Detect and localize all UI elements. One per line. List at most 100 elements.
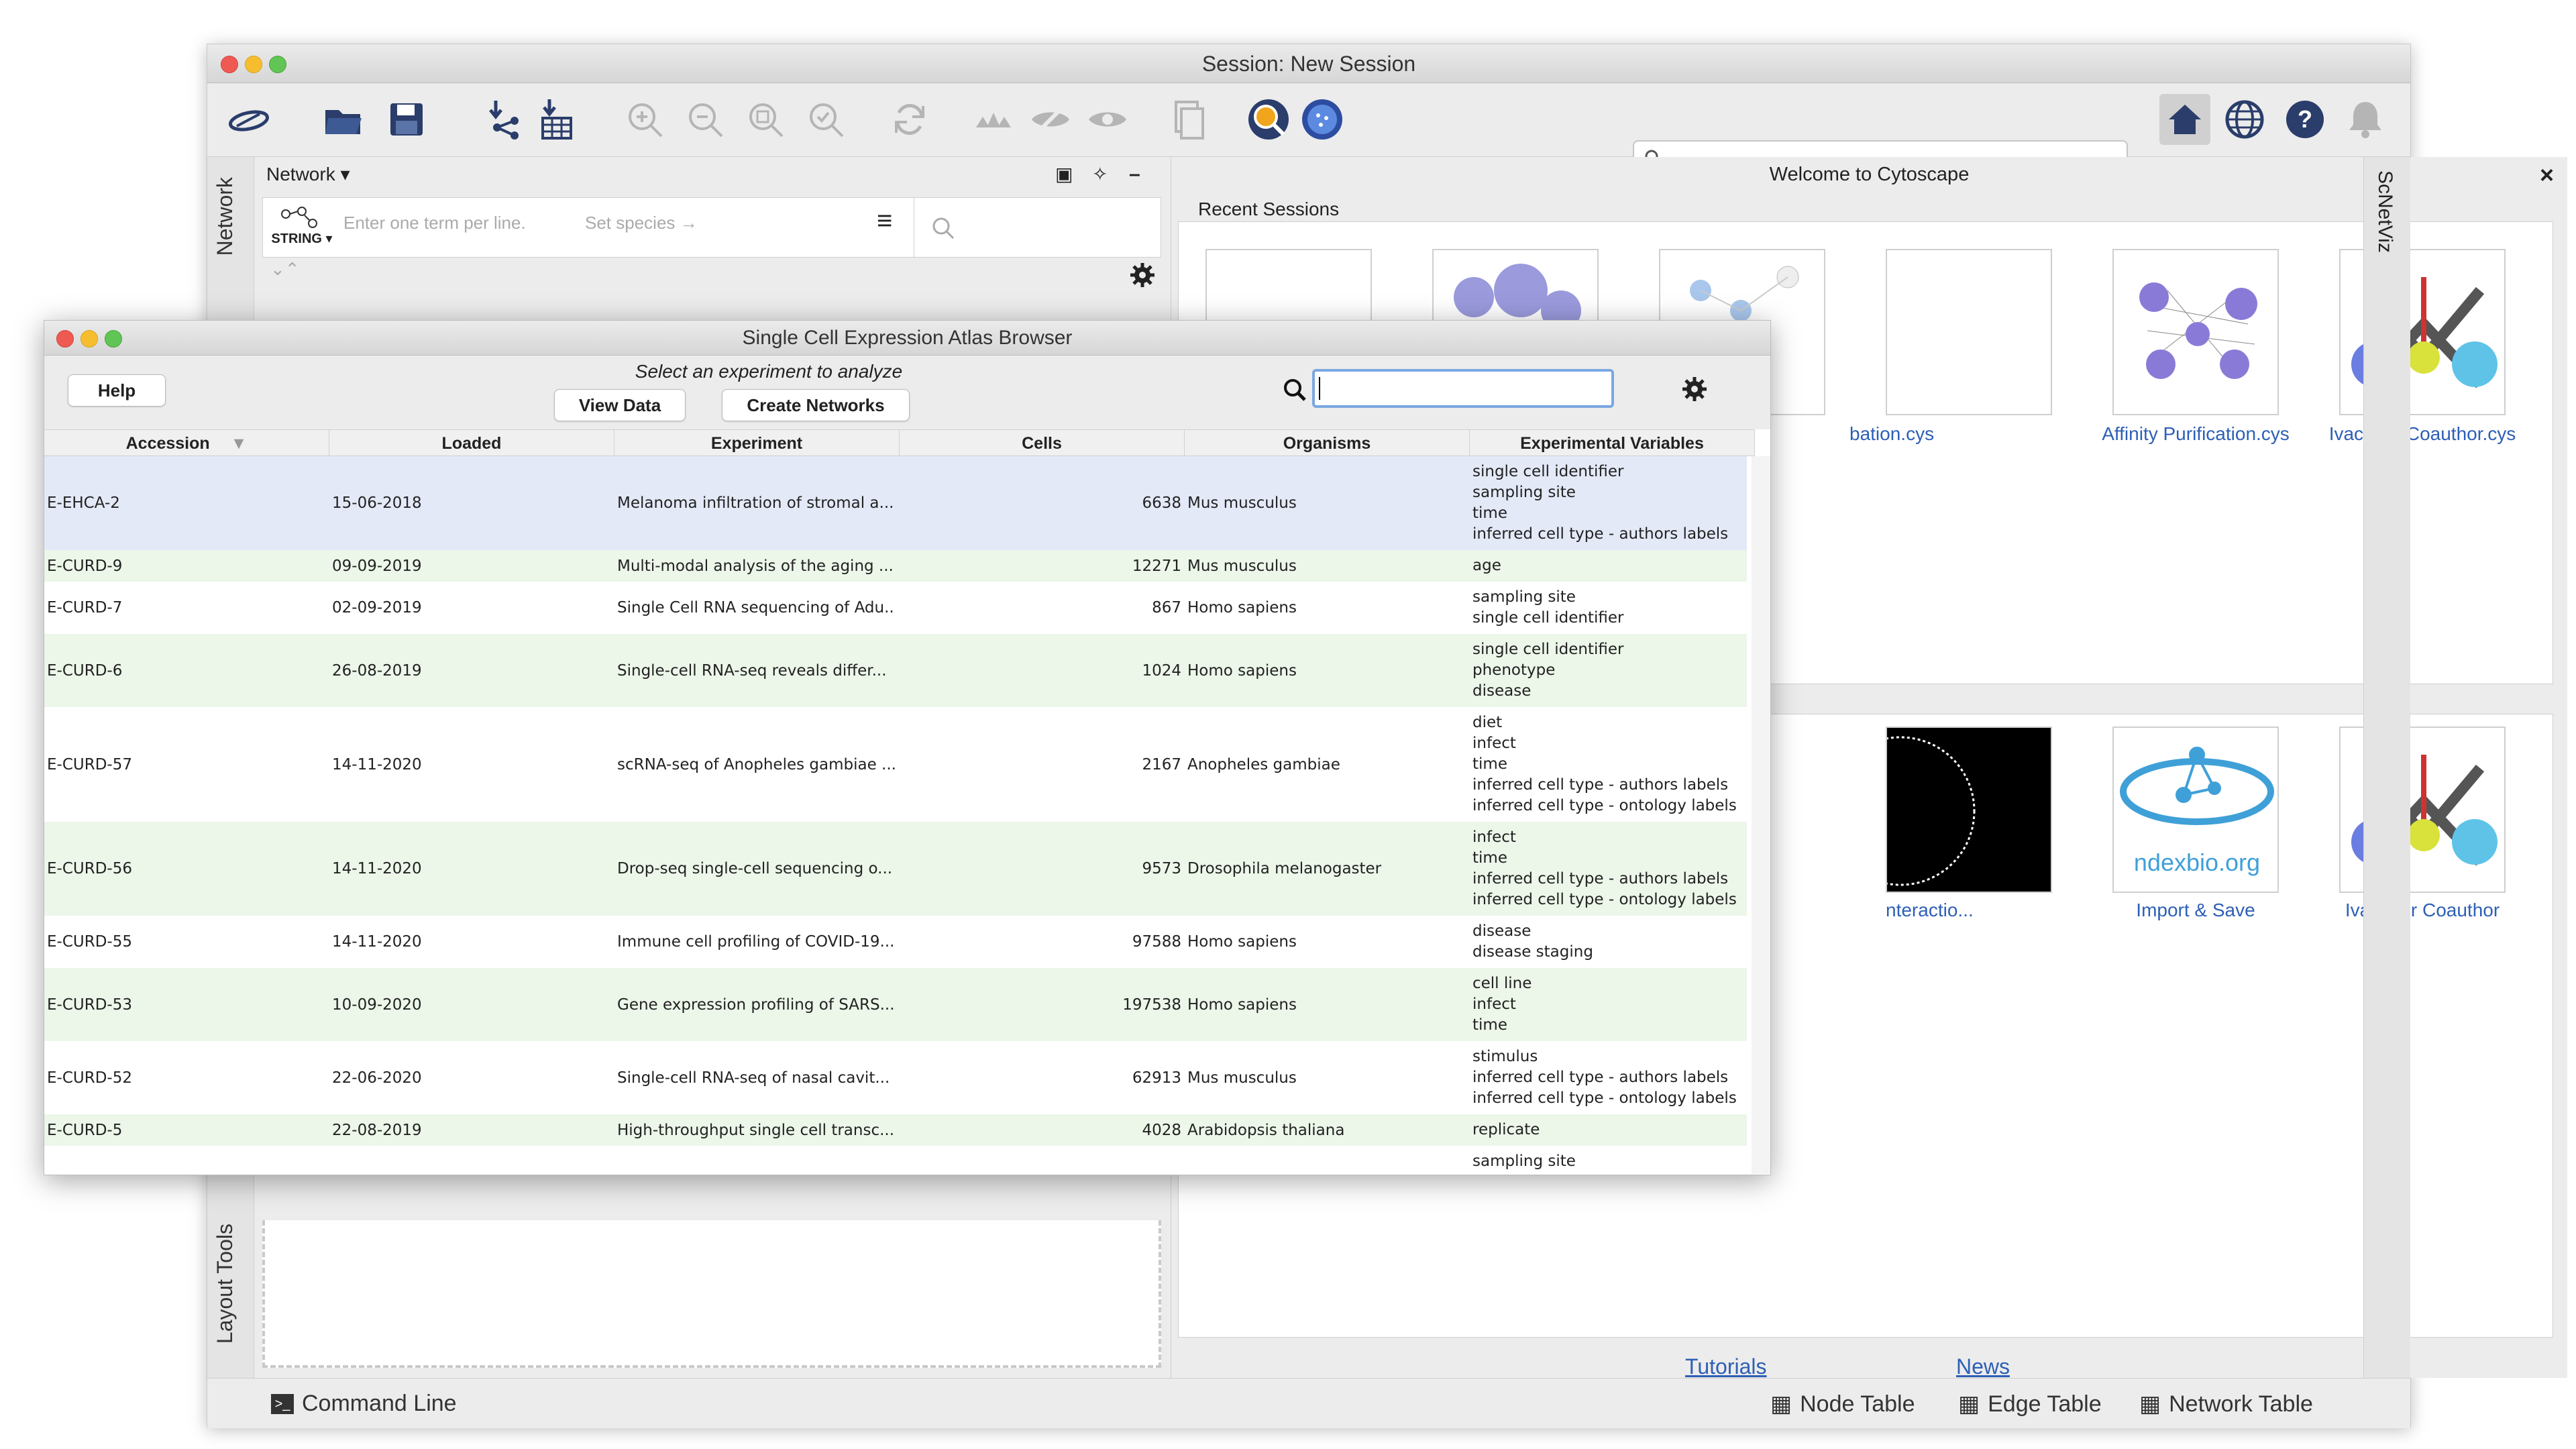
cell-organism: Mus musculus <box>1187 494 1297 512</box>
table-row[interactable]: E-CURD-56 14-11-2020 Drop-seq single-cell … <box>44 822 1747 916</box>
close-icon[interactable]: × <box>2540 161 2554 189</box>
variable-item: infect <box>1472 735 1516 752</box>
show-icon[interactable] <box>1086 98 1129 141</box>
scea-controls: Select an experiment to analyze Help Vie… <box>44 356 1770 429</box>
cell-experiment: Immune cell profiling of COVID-19... <box>617 933 895 951</box>
cell-loaded: 15-06-2018 <box>332 494 422 512</box>
settings-gear-icon[interactable] <box>1129 262 1156 288</box>
species-selector[interactable]: Set species → <box>585 213 698 233</box>
table-row[interactable]: sampling site <box>44 1146 1747 1174</box>
cell-accession: E-CURD-57 <box>47 755 132 773</box>
recent-session-label[interactable]: bation.cys <box>1849 423 2051 445</box>
table-row[interactable]: E-CURD-57 14-11-2020 scRNA-seq of Anophele… <box>44 707 1747 822</box>
table-row[interactable]: E-CURD-53 10-09-2020 Gene expression profi… <box>44 968 1747 1041</box>
node-table-toggle[interactable]: ▦ Node Table <box>1770 1391 1915 1417</box>
hide-icon[interactable] <box>1029 98 1072 141</box>
ndex-logo-icon[interactable]: ndexbio.org <box>2112 727 2279 893</box>
first-neighbors-icon[interactable] <box>972 98 1015 141</box>
copy-icon[interactable] <box>1167 98 1210 141</box>
column-header-accession[interactable]: Accession ▼ <box>44 430 329 457</box>
zoom-out-icon[interactable] <box>684 98 727 141</box>
refresh-icon[interactable] <box>888 98 931 141</box>
network-table-toggle[interactable]: ▦ Network Table <box>2139 1391 2313 1417</box>
scnetviz-side-tab[interactable]: ScNetViz <box>2373 170 2396 253</box>
table-row[interactable]: E-CURD-9 09-09-2019 Multi-modal analysis o… <box>44 550 1747 582</box>
close-window-button[interactable] <box>221 56 238 73</box>
pin-icon[interactable]: ✧ <box>1092 157 1108 192</box>
save-icon[interactable] <box>385 98 428 141</box>
string-logo-icon[interactable]: STRING ▾ <box>268 203 335 253</box>
table-row[interactable]: E-CURD-7 02-09-2019 Single Cell RNA sequen… <box>44 582 1747 634</box>
session-thumbnail[interactable] <box>1886 249 2052 415</box>
network-side-tab[interactable]: Network <box>213 177 237 256</box>
table-row[interactable]: E-EHCA-2 15-06-2018 Melanoma infiltration … <box>44 456 1747 550</box>
cell-loaded: 14-11-2020 <box>332 755 422 773</box>
table-row[interactable]: E-CURD-55 14-11-2020 Immune cell profiling… <box>44 916 1747 968</box>
column-header-organisms[interactable]: Organisms <box>1185 430 1470 457</box>
zoom-selected-icon[interactable] <box>804 98 847 141</box>
zoom-fit-icon[interactable] <box>744 98 787 141</box>
query-terms-input[interactable]: Enter one term per line. <box>343 213 526 233</box>
cytoscape-logo-icon[interactable] <box>227 98 270 141</box>
table-row[interactable]: E-CURD-5 22-08-2019 High-throughput single… <box>44 1114 1747 1146</box>
column-header-loaded[interactable]: Loaded <box>329 430 614 457</box>
notification-bell-icon[interactable] <box>2344 98 2387 141</box>
table-row[interactable]: E-CURD-52 22-06-2020 Single-cell RNA-seq o… <box>44 1041 1747 1114</box>
cell-organism: Mus musculus <box>1187 1069 1297 1087</box>
column-header-cells[interactable]: Cells <box>900 430 1185 457</box>
cell-accession <box>47 1146 322 1174</box>
open-folder-icon[interactable] <box>321 98 364 141</box>
column-header-experiment[interactable]: Experiment <box>614 430 900 457</box>
variable-item: inferred cell type - authors labels <box>1472 1069 1729 1086</box>
close-window-button[interactable] <box>56 330 74 347</box>
table-row[interactable]: E-CURD-6 26-08-2019 Single-cell RNA-seq re… <box>44 634 1747 707</box>
variable-item: cell line <box>1472 975 1532 992</box>
zoom-window-button[interactable] <box>269 56 286 73</box>
scea-browser-window: Single Cell Expression Atlas Browser Sel… <box>44 320 1771 1175</box>
enrichment-app-icon[interactable] <box>1247 98 1290 141</box>
globe-icon[interactable] <box>2223 98 2266 141</box>
cell-experiment: Single Cell RNA sequencing of Adu... <box>617 599 896 616</box>
example-label[interactable]: Ivacaftor Coauthor <box>2302 900 2543 921</box>
cell-organism: Homo sapiens <box>1187 933 1297 951</box>
expand-collapse-icon[interactable]: ⌄⌃ <box>270 259 300 280</box>
string-search-icon[interactable] <box>930 215 957 242</box>
variable-item: stimulus <box>1472 1048 1538 1065</box>
import-network-icon[interactable] <box>482 98 525 141</box>
cell-experiment <box>617 1146 896 1174</box>
example-label[interactable]: nteractio... <box>1886 900 2087 921</box>
network-panel-dropdown[interactable]: Network ▾ <box>266 164 350 184</box>
example-label[interactable]: Import & Save <box>2075 900 2316 921</box>
recent-session-label[interactable]: Affinity Purification.cys <box>2075 423 2316 445</box>
edge-table-toggle[interactable]: ▦ Edge Table <box>1958 1391 2102 1417</box>
minimize-panel-icon[interactable]: – <box>1129 157 1140 192</box>
command-line-toggle[interactable]: >_ Command Line <box>271 1391 457 1417</box>
network-globe-app-icon[interactable] <box>1301 98 1344 141</box>
help-icon[interactable]: ? <box>2284 98 2326 141</box>
variable-item: infect <box>1472 828 1516 846</box>
experiment-search-input[interactable] <box>1312 369 1614 408</box>
recent-session-label[interactable]: Ivacaftor Coauthor.cys <box>2302 423 2543 445</box>
variable-item: inferred cell type - ontology labels <box>1472 891 1737 908</box>
float-panel-icon[interactable]: ▣ <box>1055 157 1073 192</box>
view-data-button[interactable]: View Data <box>554 389 686 421</box>
table-scrollbar[interactable] <box>1752 456 1770 1174</box>
column-header-experimental-variables[interactable]: Experimental Variables <box>1470 430 1755 457</box>
settings-gear-icon[interactable] <box>1681 376 1708 402</box>
layout-tools-side-tab[interactable]: Layout Tools <box>213 1224 237 1344</box>
zoom-in-icon[interactable] <box>623 98 666 141</box>
tutorials-link[interactable]: Tutorials <box>1685 1354 1767 1379</box>
home-icon[interactable] <box>2159 94 2210 145</box>
variable-item: phenotype <box>1472 661 1556 679</box>
cell-loaded <box>332 1146 607 1174</box>
session-thumbnail-affinity[interactable] <box>2112 249 2279 415</box>
import-table-icon[interactable] <box>535 98 578 141</box>
help-button[interactable]: Help <box>68 374 166 407</box>
menu-icon[interactable]: ≡ <box>877 206 892 236</box>
create-networks-button[interactable]: Create Networks <box>722 389 910 421</box>
news-link[interactable]: News <box>1956 1354 2010 1379</box>
example-thumbnail[interactable] <box>1886 727 2052 893</box>
minimize-window-button[interactable] <box>245 56 262 73</box>
zoom-window-button[interactable] <box>105 330 122 347</box>
minimize-window-button[interactable] <box>80 330 98 347</box>
